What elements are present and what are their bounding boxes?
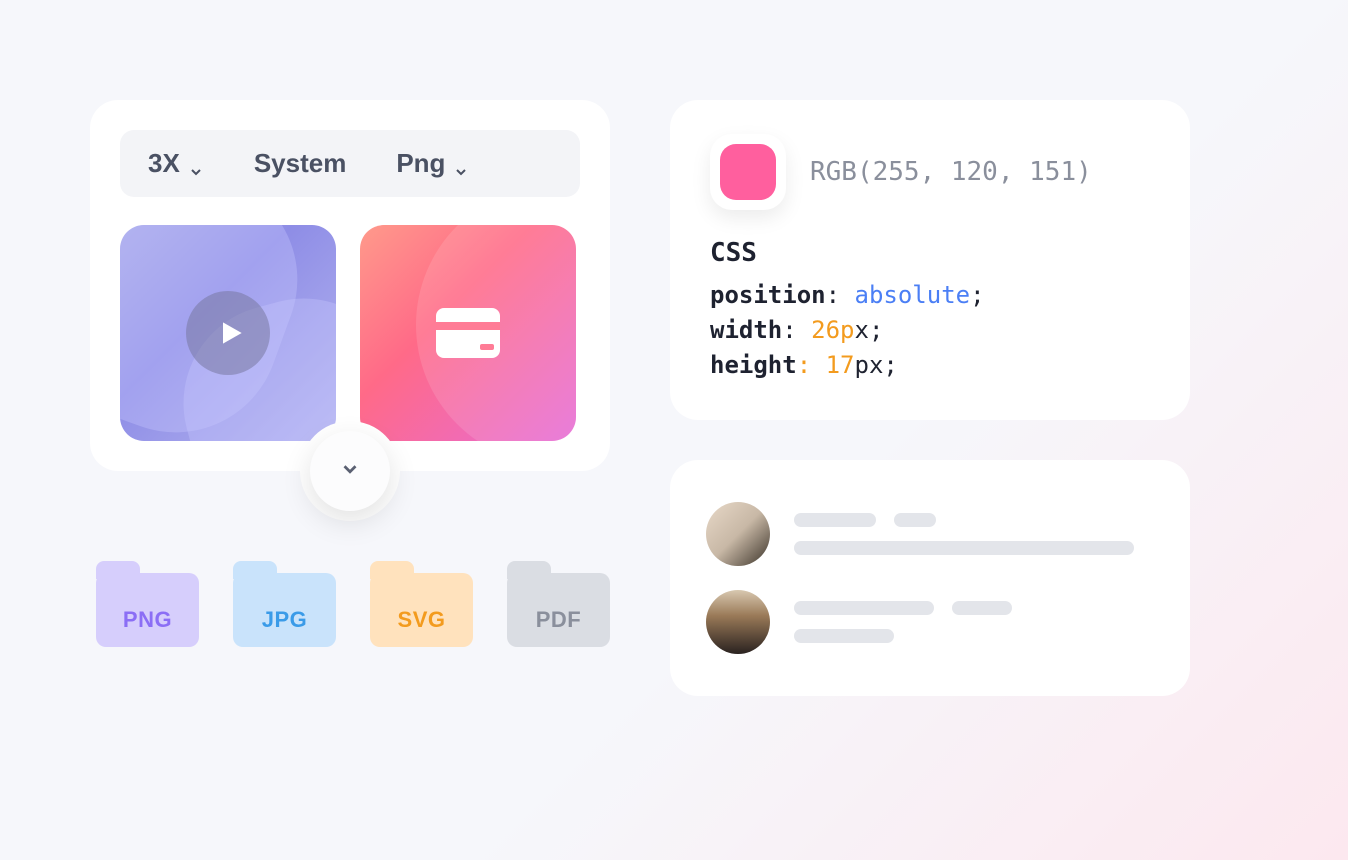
user-row[interactable] [706,578,1154,666]
folder-label: PDF [536,607,582,633]
user-row[interactable] [706,490,1154,578]
folder-label: JPG [262,607,308,633]
users-card [670,460,1190,696]
chevron-down-icon [339,458,361,485]
export-card: 3X System Png [90,100,610,471]
folder-label: PNG [123,607,172,633]
color-swatch-frame [710,134,786,210]
system-option[interactable]: System [254,148,347,179]
thumbnail-row [120,225,580,441]
placeholder-lines [794,513,1154,555]
css-line: position: absolute; [710,278,1150,313]
folder-jpg[interactable]: JPG [233,561,336,647]
css-line: width: 26px; [710,313,1150,348]
expand-button[interactable] [310,431,390,511]
css-line: height: 17px; [710,348,1150,383]
system-label: System [254,148,347,179]
rgb-value: RGB(255, 120, 151) [810,157,1092,187]
color-swatch[interactable] [720,144,776,200]
video-thumbnail[interactable] [120,225,336,441]
folder-png[interactable]: PNG [96,561,199,647]
format-dropdown[interactable]: Png [396,148,469,179]
color-inspector-card: RGB(255, 120, 151) CSS position: absolut… [670,100,1190,420]
css-code-block: position: absolute; width: 26px; height:… [710,278,1150,382]
avatar [706,590,770,654]
card-thumbnail[interactable] [360,225,576,441]
placeholder-lines [794,601,1154,643]
folder-svg[interactable]: SVG [370,561,473,647]
chevron-down-icon [453,156,469,172]
css-heading: CSS [710,238,1150,268]
chevron-down-icon [188,156,204,172]
folder-row: PNG JPG SVG PDF [90,561,610,647]
format-label: Png [396,148,445,179]
folder-label: SVG [398,607,446,633]
scale-dropdown[interactable]: 3X [148,148,204,179]
scale-label: 3X [148,148,180,179]
avatar [706,502,770,566]
folder-pdf[interactable]: PDF [507,561,610,647]
credit-card-icon [436,308,500,358]
play-icon [186,291,270,375]
export-toolbar: 3X System Png [120,130,580,197]
